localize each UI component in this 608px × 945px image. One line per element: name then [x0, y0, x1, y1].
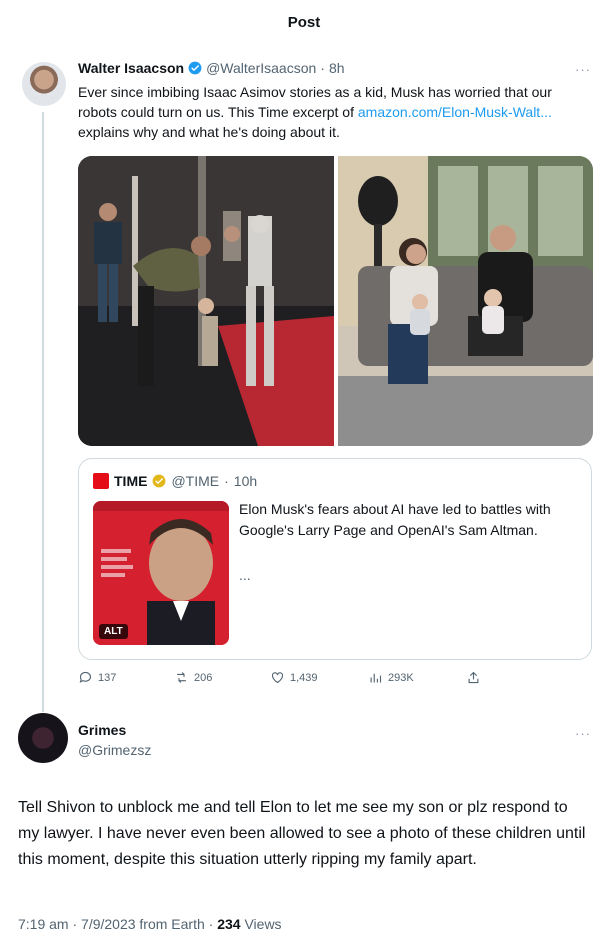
tweet-author-row: Walter Isaacson @WalterIsaacson · 8h	[78, 60, 345, 76]
reply-views-label: Views	[240, 916, 282, 932]
quoted-tweet-image[interactable]: ALT	[93, 501, 229, 645]
tweet-text: Ever since imbibing Isaac Asimov stories…	[78, 82, 578, 142]
analytics-icon	[370, 673, 382, 683]
walter-avatar[interactable]	[22, 62, 66, 106]
tweet-photo-family[interactable]	[338, 156, 593, 446]
quoted-tweet-more: ...	[239, 567, 251, 583]
repost-count: 206	[194, 671, 213, 684]
repost-icon	[177, 672, 186, 683]
thread-connector-line	[42, 112, 44, 712]
reply-author-handle[interactable]: @Grimezsz	[78, 742, 151, 758]
family-photo-illustration	[338, 156, 593, 446]
like-count: 1,439	[290, 671, 318, 684]
quoted-tweet-header: TIME @TIME · 10h	[93, 473, 257, 489]
views-count: 293K	[388, 671, 414, 684]
quoted-author-name[interactable]: TIME	[114, 473, 147, 489]
alt-text-badge[interactable]: ALT	[99, 624, 128, 639]
reply-author-name[interactable]: Grimes	[78, 722, 126, 738]
share-button[interactable]	[466, 670, 481, 685]
reply-text: Tell Shivon to unblock me and tell Elon …	[18, 799, 586, 868]
tweet-author-handle[interactable]: @WalterIsaacson	[206, 60, 316, 76]
like-button[interactable]: 1,439	[270, 670, 318, 685]
quoted-tweet-text: Elon Musk's fears about AI have led to b…	[239, 501, 551, 538]
quoted-timestamp[interactable]: 10h	[234, 473, 257, 489]
separator-dot: ·	[320, 60, 325, 76]
reply-count: 137	[98, 671, 117, 684]
tweet-author-name[interactable]: Walter Isaacson	[78, 60, 184, 76]
more-icon[interactable]: ···	[575, 726, 591, 741]
tweet-text-part: explains why and what he's doing about i…	[78, 124, 340, 140]
gold-verified-badge-icon	[153, 474, 166, 488]
tweet-timestamp[interactable]: 8h	[329, 60, 345, 76]
robot-photo-illustration	[78, 156, 334, 446]
separator-dot: ·	[224, 473, 229, 489]
grimes-avatar[interactable]	[18, 713, 68, 763]
time-logo-icon	[93, 473, 109, 489]
tweet-link[interactable]: amazon.com/Elon-Musk-Walt...	[358, 104, 552, 120]
repost-button[interactable]: 206	[174, 670, 212, 685]
heart-icon	[271, 672, 284, 684]
more-icon[interactable]: ···	[575, 62, 591, 77]
reply-timestamp[interactable]: 7:19 am · 7/9/2023 from Earth ·	[18, 916, 217, 932]
verified-badge-icon	[188, 61, 202, 75]
views-button[interactable]: 293K	[368, 670, 414, 685]
reply-button[interactable]: 137	[78, 670, 116, 685]
page-title: Post	[287, 14, 321, 31]
tweet-photo-robot[interactable]	[78, 156, 334, 446]
reply-metadata: 7:19 am · 7/9/2023 from Earth · 234 View…	[18, 916, 282, 932]
quoted-tweet-card[interactable]: TIME @TIME · 10h ALT Elon Musk's fears a…	[78, 458, 592, 660]
tweet-action-bar: 137 206 1,439 293K	[78, 670, 498, 690]
reply-icon	[79, 671, 92, 683]
reply-views-count: 234	[217, 916, 241, 932]
share-icon	[468, 671, 479, 684]
quoted-author-handle[interactable]: @TIME	[171, 473, 219, 489]
